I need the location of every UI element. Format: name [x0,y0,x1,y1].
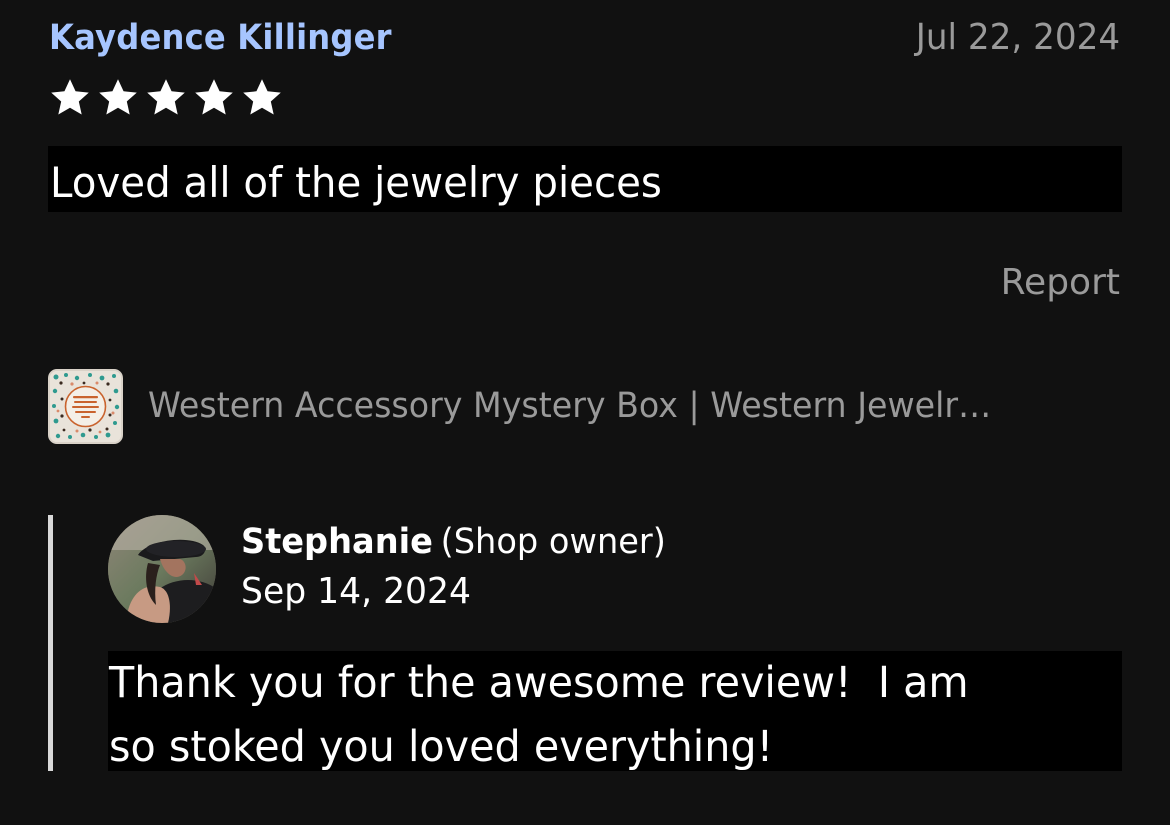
reply-indent-bar [48,515,53,771]
star-icon [243,79,281,115]
star-icon [195,79,233,115]
owner-avatar-image [108,515,216,623]
listing-thumbnail[interactable] [48,368,123,444]
listing-title[interactable]: Western Accessory Mystery Box | Western … [148,386,991,426]
star-icon [147,79,185,115]
star-rating [47,75,285,121]
star-icon [99,79,137,115]
owner-name-line: Stephanie (Shop owner) [241,522,666,562]
reply-text: Thank you for the awesome review! I am s… [109,658,969,772]
review-text: Loved all of the jewelry pieces [50,158,662,207]
reviewer-name[interactable]: Kaydence Killinger [49,18,392,58]
reply-date: Sep 14, 2024 [241,571,472,612]
report-link[interactable]: Report [1001,262,1120,303]
owner-role: (Shop owner) [440,522,666,562]
listing-thumbnail-image [50,370,121,442]
listing-link[interactable]: Western Accessory Mystery Box | Western … [48,368,1122,444]
star-icon [51,79,89,115]
review-text-box: Loved all of the jewelry pieces [48,146,1122,212]
review-date: Jul 22, 2024 [915,17,1120,58]
reply-text-box: Thank you for the awesome review! I am s… [108,651,1122,772]
avatar [108,515,216,623]
owner-name[interactable]: Stephanie [241,522,433,562]
